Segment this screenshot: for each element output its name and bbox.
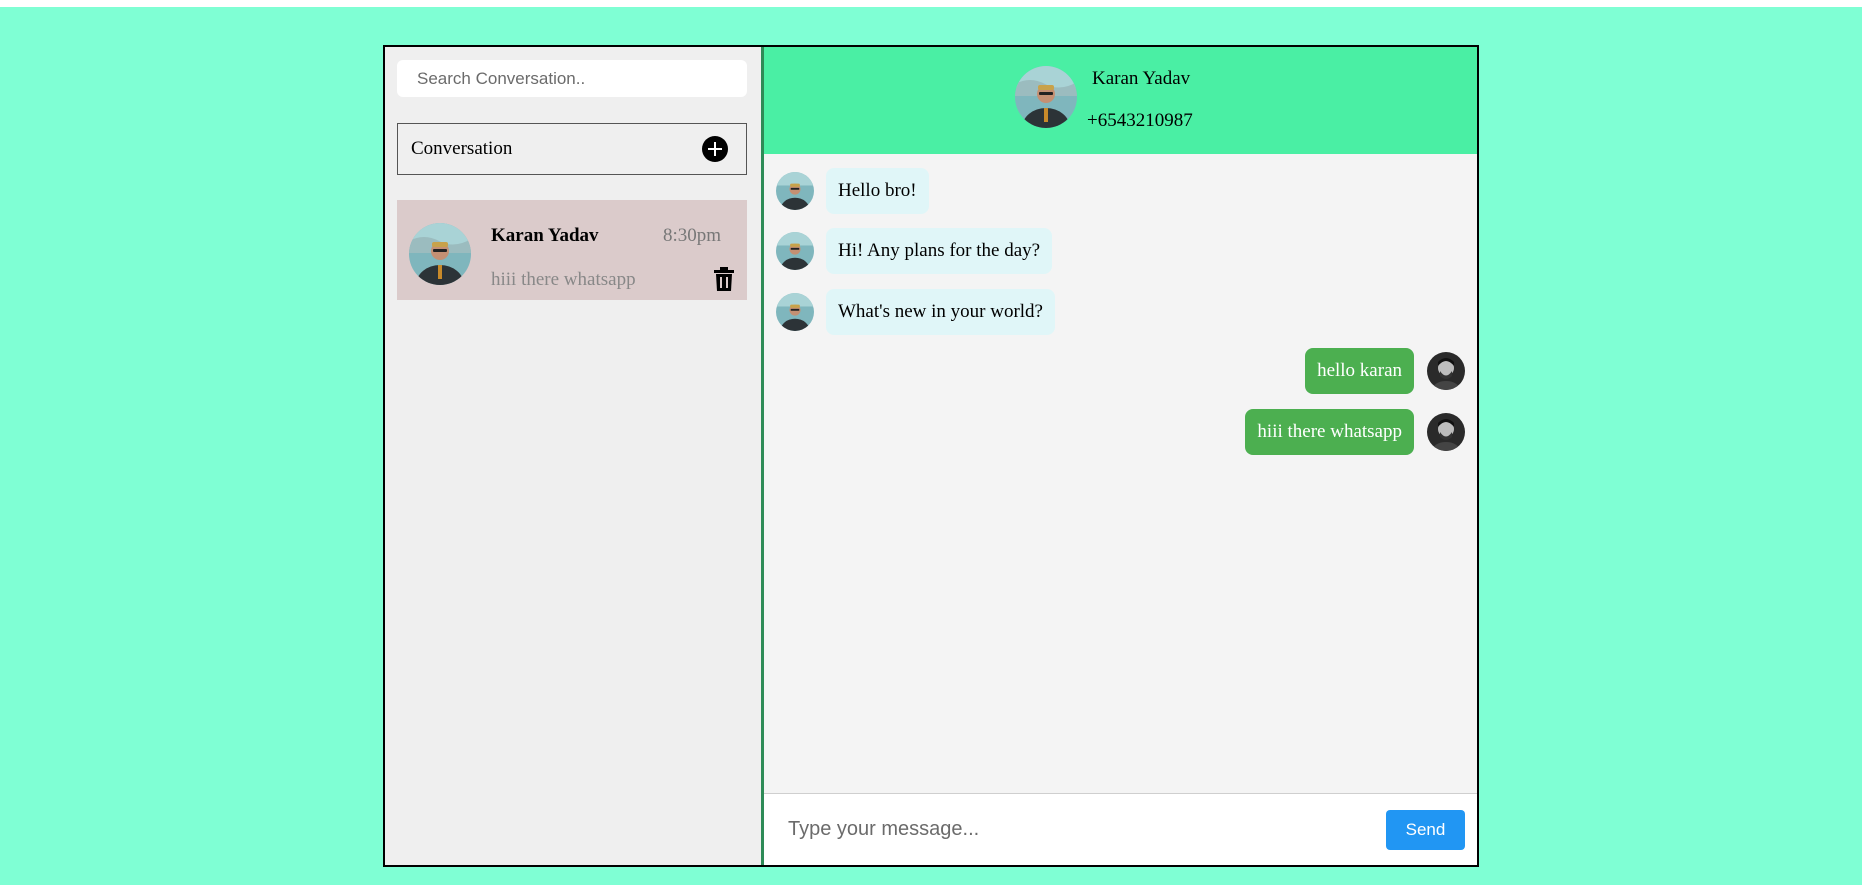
message-input[interactable] — [786, 817, 1386, 842]
avatar — [1427, 352, 1465, 390]
avatar — [1427, 413, 1465, 451]
chat-header: Karan Yadav +6543210987 — [764, 47, 1477, 154]
send-button[interactable]: Send — [1386, 809, 1465, 850]
search-input[interactable] — [415, 67, 729, 90]
message-row: Hello bro! — [776, 168, 929, 214]
message-row: hello karan — [1305, 348, 1465, 394]
conversation-header: Conversation — [397, 123, 747, 175]
contact-phone: +6543210987 — [1087, 110, 1193, 131]
message-bubble: hiii there whatsapp — [1245, 409, 1414, 455]
message-composer: Send — [764, 793, 1477, 865]
sidebar: Conversation — [385, 47, 764, 865]
plus-circle-icon[interactable] — [702, 136, 728, 162]
message-bubble: Hi! Any plans for the day? — [826, 228, 1053, 274]
message-bubble: What's new in your world? — [826, 289, 1055, 335]
avatar — [776, 172, 814, 210]
conversation-item[interactable]: Karan Yadav 8:30pm hiii there whatsapp — [397, 200, 747, 300]
conversation-time: 8:30pm — [662, 225, 721, 246]
avatar — [776, 293, 814, 331]
chat-app: Conversation — [383, 45, 1479, 867]
message-row: hiii there whatsapp — [1245, 409, 1465, 455]
search-box — [397, 60, 747, 97]
message-row: What's new in your world? — [776, 289, 1055, 335]
trash-icon[interactable] — [713, 266, 735, 292]
message-row: Hi! Any plans for the day? — [776, 228, 1053, 274]
message-bubble: Hello bro! — [826, 168, 929, 214]
conversation-name: Karan Yadav — [491, 225, 599, 246]
avatar — [776, 232, 814, 270]
message-bubble: hello karan — [1305, 348, 1414, 394]
conversation-header-label: Conversation — [411, 138, 513, 159]
contact-avatar[interactable] — [1015, 66, 1077, 128]
chat-panel: Karan Yadav +6543210987 Hello bro! Hi! A… — [764, 47, 1477, 865]
avatar — [409, 223, 471, 285]
conversation-preview: hiii there whatsapp — [491, 269, 636, 290]
contact-name: Karan Yadav — [1092, 68, 1191, 89]
